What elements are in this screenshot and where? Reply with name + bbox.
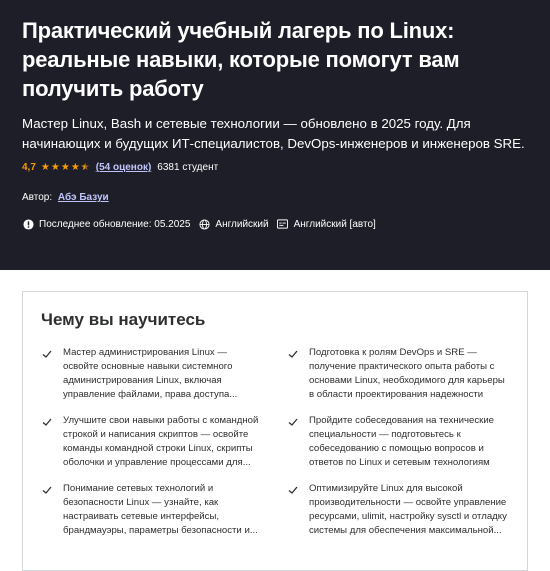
star-icon: ★ [40, 161, 50, 173]
check-icon [288, 350, 298, 358]
author-row: Автор: Абэ Базуи [22, 192, 109, 203]
rating-value: 4,7 [22, 162, 36, 173]
what-you-will-learn: Чему вы научитесь Мастер администрирован… [22, 291, 528, 571]
learn-item: Мастер администрирования Linux — освойте… [41, 346, 263, 402]
author-label: Автор: [22, 192, 53, 203]
last-updated: Последнее обновление: 05.2025 [22, 218, 190, 230]
last-updated-text: Последнее обновление: 05.2025 [39, 218, 191, 230]
course-meta: Последнее обновление: 05.2025 Английский… [22, 218, 384, 230]
rating-row: 4,7 ★ ★ ★ ★ ★ (54 оценок) 6381 студент [22, 162, 218, 173]
star-icon: ★ [50, 161, 60, 173]
students-count: 6381 студент [157, 162, 219, 173]
learn-item-text: Мастер администрирования Linux — освойте… [63, 347, 238, 400]
check-icon [288, 418, 298, 426]
learn-item-text: Улучшите свои навыки работы с командной … [63, 415, 259, 468]
author-link[interactable]: Абэ Базуи [58, 192, 109, 203]
course-subtitle: Мастер Linux, Bash и сетевые технологии … [22, 116, 525, 151]
reviews-link[interactable]: (54 оценок) [96, 162, 152, 173]
star-icon: ★ [70, 161, 80, 173]
check-icon [288, 486, 298, 494]
learn-item: Пройдите собеседования на технические сп… [287, 414, 509, 470]
learn-item-text: Оптимизируйте Linux для высокой производ… [309, 483, 507, 536]
check-icon [42, 486, 52, 494]
check-icon [42, 418, 52, 426]
learn-list: Мастер администрирования Linux — освойте… [41, 346, 509, 538]
learn-item-text: Понимание сетевых технологий и безопасно… [63, 483, 258, 536]
globe-icon [198, 218, 210, 230]
check-icon [42, 350, 52, 358]
rating-stars: ★ ★ ★ ★ ★ [40, 161, 91, 173]
learn-item: Понимание сетевых технологий и безопасно… [41, 482, 263, 538]
learn-item: Оптимизируйте Linux для высокой производ… [287, 482, 509, 538]
course-language: Английский [198, 218, 269, 230]
learn-item: Подготовка к ролям DevOps и SRE — получе… [287, 346, 509, 402]
course-title: Практический учебный лагерь по Linux: ре… [22, 18, 460, 101]
closed-captions-icon [277, 218, 289, 230]
course-captions: Английский [авто] [277, 218, 376, 230]
learn-heading: Чему вы научитесь [41, 310, 206, 329]
alert-badge-icon [22, 218, 34, 230]
star-half-icon: ★ [81, 162, 90, 173]
learn-item: Улучшите свои навыки работы с командной … [41, 414, 263, 470]
learn-item-text: Подготовка к ролям DevOps и SRE — получе… [309, 347, 505, 400]
language-text: Английский [215, 218, 269, 230]
captions-text: Английский [авто] [293, 218, 376, 230]
star-icon: ★ [60, 161, 70, 173]
learn-item-text: Пройдите собеседования на технические сп… [309, 415, 495, 468]
course-header: Практический учебный лагерь по Linux: ре… [0, 0, 550, 270]
